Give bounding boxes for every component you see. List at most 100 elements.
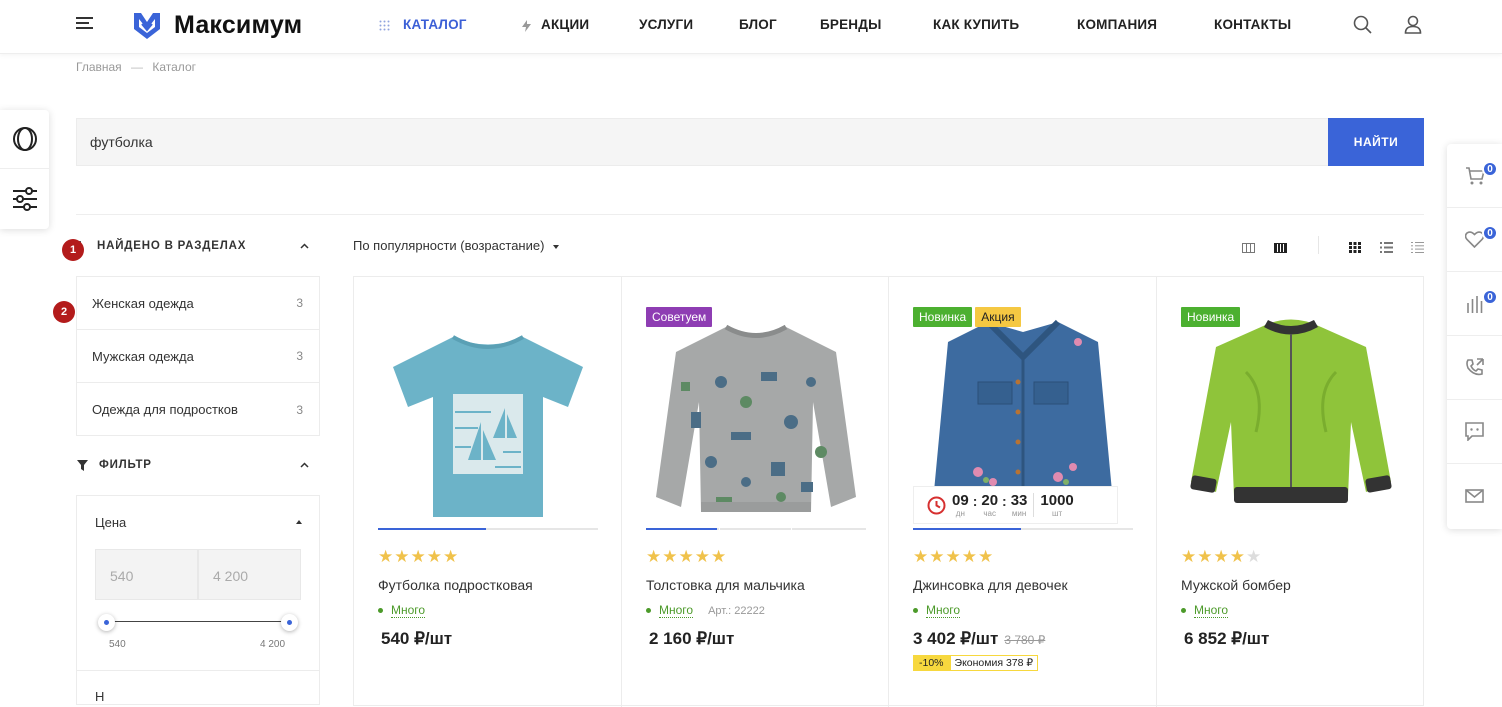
compare-count-badge: 0 <box>1482 289 1498 305</box>
availability-text: Много <box>391 603 426 618</box>
product-name[interactable]: Толстовка для мальчика <box>646 577 805 593</box>
settings-button[interactable] <box>0 169 49 228</box>
star-icon: ★ <box>1229 547 1246 566</box>
breadcrumb-current: Каталог <box>152 60 196 74</box>
section-count: 3 <box>296 402 303 417</box>
section-item-women[interactable]: Женская одежда 3 <box>77 277 319 330</box>
slider-min-label: 540 <box>109 639 126 650</box>
columns-3-icon[interactable] <box>1242 240 1255 258</box>
favorites-button[interactable]: 0 <box>1447 208 1502 272</box>
product-card[interactable]: Новинка ★★★★★ Мужской бомбер Много 6 852… <box>1157 277 1423 707</box>
product-card[interactable]: Новинка Акция 09 дн : 20 час : 33 мин 1000 ш… <box>889 277 1157 707</box>
site-header: Максимум КАТАЛОГ АКЦИИ УСЛУГИ БЛОГ БРЕНД… <box>0 0 1502 54</box>
product-tags: Новинка Акция <box>913 307 1021 327</box>
chat-button[interactable] <box>1447 400 1502 464</box>
right-floating-panel: 0 0 0 <box>1447 144 1502 529</box>
found-in-sections-title: НАЙДЕНО В РАЗДЕЛАХ <box>97 240 247 252</box>
nav-how-to-buy[interactable]: КАК КУПИТЬ <box>933 17 1019 32</box>
nav-company[interactable]: КОМПАНИЯ <box>1077 17 1157 32</box>
list-view-icon[interactable] <box>1380 240 1393 258</box>
nav-brands[interactable]: БРЕНДЫ <box>820 17 882 32</box>
image-pager[interactable] <box>646 528 866 530</box>
found-in-sections-header[interactable]: НАЙДЕНО В РАЗДЕЛАХ <box>76 238 310 254</box>
caret-up-icon[interactable] <box>296 520 302 524</box>
availability-status: Много Арт.: 22222 <box>646 603 765 618</box>
availability-status: Много <box>913 603 961 618</box>
tag-recommended: Советуем <box>646 307 713 327</box>
logo[interactable]: Максимум <box>131 9 302 41</box>
product-name[interactable]: Мужской бомбер <box>1181 577 1291 593</box>
menu-icon[interactable] <box>76 17 93 30</box>
section-label: Одежда для подростков <box>92 402 238 417</box>
star-icon: ★ <box>1197 547 1214 566</box>
rating-stars: ★★★★★ <box>646 547 727 567</box>
price-max-input[interactable]: 4 200 <box>198 549 301 600</box>
section-label: Мужская одежда <box>92 348 194 364</box>
filter-icon <box>77 460 88 471</box>
catalog-grid-icon <box>379 20 390 31</box>
compare-icon <box>1466 295 1482 313</box>
breadcrumb-separator: — <box>131 60 144 74</box>
caret-down-icon <box>553 244 560 249</box>
product-image[interactable] <box>1181 307 1401 527</box>
table-view-icon[interactable] <box>1411 240 1424 258</box>
price-slider-min-handle[interactable] <box>98 614 115 631</box>
section-item-teens[interactable]: Одежда для подростков 3 <box>77 383 319 436</box>
image-pager[interactable] <box>913 528 1133 530</box>
product-card[interactable]: Советуем ★★★★★ Толстовка для мальчика Мн… <box>622 277 889 707</box>
columns-4-icon[interactable] <box>1274 240 1287 258</box>
product-card[interactable]: ★★★★★ Футболка подростковая Много 540 ₽/… <box>354 277 622 707</box>
search-button[interactable]: НАЙТИ <box>1328 118 1424 166</box>
divider <box>1318 236 1319 254</box>
nav-services[interactable]: УСЛУГИ <box>639 17 693 32</box>
section-item-men[interactable]: Мужская одежда 3 <box>77 330 319 383</box>
mail-icon <box>1465 489 1484 503</box>
search-input[interactable] <box>77 119 1329 165</box>
compare-button[interactable]: 0 <box>1447 272 1502 336</box>
grid-view-icon[interactable] <box>1349 240 1361 258</box>
user-icon[interactable] <box>1404 15 1422 34</box>
next-filter-label[interactable]: Н <box>95 689 104 704</box>
sort-dropdown[interactable]: По популярности (возрастание) <box>353 238 560 253</box>
star-icon: ★ <box>426 547 443 566</box>
filter-header[interactable]: ФИЛЬТР <box>76 457 310 473</box>
section-label: Женская одежда <box>92 295 194 311</box>
star-icon: ★ <box>1246 547 1263 566</box>
theme-icon <box>12 127 37 151</box>
availability-status: Много <box>378 603 426 618</box>
product-name[interactable]: Футболка подростковая <box>378 577 533 593</box>
price-slider-max-handle[interactable] <box>281 614 298 631</box>
nav-contacts[interactable]: КОНТАКТЫ <box>1214 17 1291 32</box>
countdown-timer: 09 дн : 20 час : 33 мин 1000 шт <box>913 486 1118 524</box>
sliders-icon <box>12 186 37 211</box>
price-filter-label[interactable]: Цена <box>95 515 126 530</box>
timer-minutes: 33 мин <box>1010 491 1028 518</box>
product-price: 540 ₽/шт <box>381 629 453 648</box>
cart-count-badge: 0 <box>1482 161 1498 177</box>
star-icon: ★ <box>646 547 663 566</box>
star-icon: ★ <box>1181 547 1198 566</box>
theme-toggle-button[interactable] <box>0 110 49 169</box>
slider-max-label: 4 200 <box>260 639 286 650</box>
price-min-input[interactable]: 540 <box>95 549 198 600</box>
image-pager[interactable] <box>378 528 598 530</box>
nav-blog[interactable]: БЛОГ <box>739 17 777 32</box>
cart-button[interactable]: 0 <box>1447 144 1502 208</box>
section-count: 3 <box>296 349 303 363</box>
callback-icon <box>1466 358 1484 376</box>
search-bar: НАЙТИ <box>76 118 1424 166</box>
chevron-up-icon[interactable] <box>300 462 309 468</box>
breadcrumb-home[interactable]: Главная <box>76 60 122 74</box>
product-name[interactable]: Джинсовка для девочек <box>913 577 1068 593</box>
star-icon: ★ <box>978 547 995 566</box>
divider <box>77 670 319 671</box>
callback-button[interactable] <box>1447 336 1502 400</box>
nav-catalog[interactable]: КАТАЛОГ <box>403 17 467 32</box>
product-image[interactable] <box>646 307 866 527</box>
chevron-up-icon[interactable] <box>300 243 309 249</box>
search-icon[interactable] <box>1353 15 1372 34</box>
nav-sales[interactable]: АКЦИИ <box>541 17 589 32</box>
product-image[interactable] <box>378 307 598 527</box>
timer-quantity: 1000 шт <box>1040 491 1074 518</box>
mail-button[interactable] <box>1447 464 1502 528</box>
